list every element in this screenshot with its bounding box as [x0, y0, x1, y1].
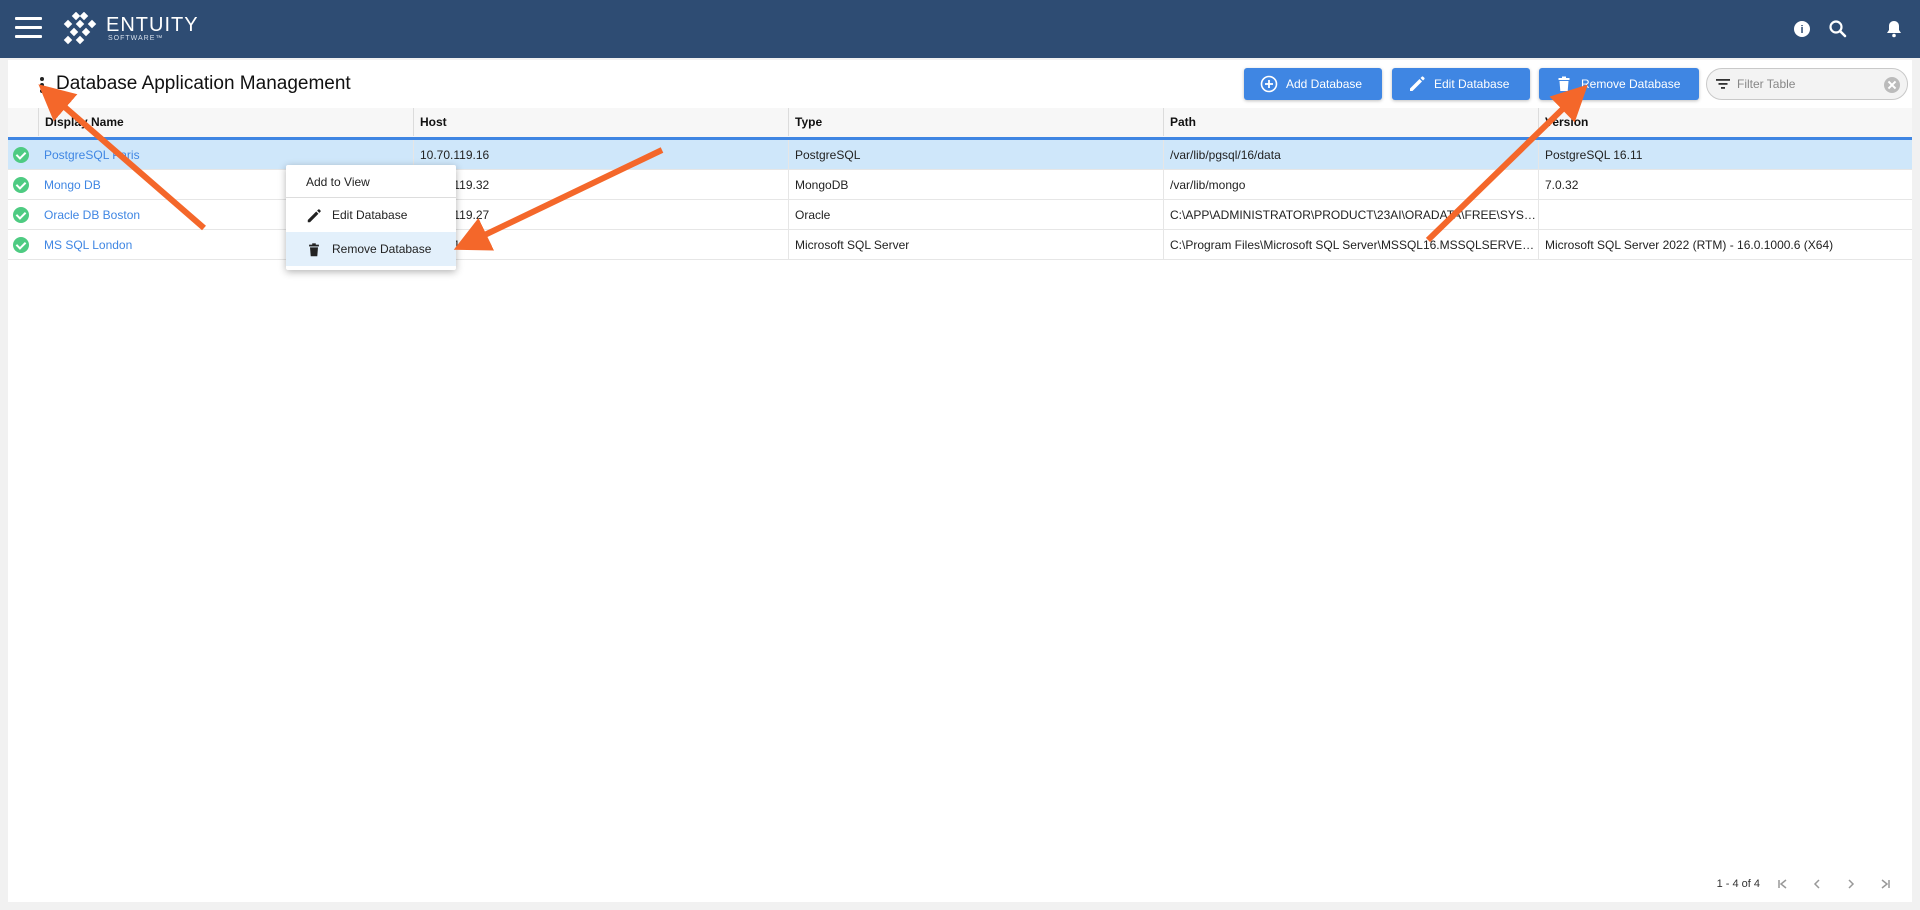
brand-name: ENTUITY [106, 14, 199, 36]
entuity-logo[interactable]: ENTUITY SOFTWARE™ [60, 11, 199, 47]
column-header-host[interactable]: Host [413, 108, 788, 136]
add-database-button[interactable]: Add Database [1244, 68, 1382, 100]
status-ok-icon [13, 207, 29, 223]
pagination: 1 - 4 of 4 [1717, 874, 1902, 894]
status-ok-icon [13, 147, 29, 163]
entuity-logo-mark-icon [63, 12, 97, 45]
context-menu-remove-database-label: Remove Database [332, 242, 432, 256]
filter-icon [1716, 79, 1730, 89]
context-menu-edit-database-label: Edit Database [332, 208, 408, 222]
path-cell: /var/lib/pgsql/16/data [1163, 140, 1538, 170]
context-menu-remove-database[interactable]: Remove Database [286, 232, 456, 266]
host-cell: 10.70.119.32 [413, 170, 788, 200]
trash-icon [309, 243, 319, 257]
add-circle-icon [1260, 75, 1278, 93]
notifications-bell-icon[interactable] [1882, 17, 1906, 41]
column-header-path[interactable]: Path [1163, 108, 1538, 136]
version-cell [1538, 200, 1912, 230]
trash-icon [1558, 76, 1570, 91]
filter-table-input[interactable] [1737, 77, 1877, 91]
column-header-type[interactable]: Type [788, 108, 1163, 136]
previous-page-icon[interactable] [1800, 874, 1834, 894]
status-ok-icon [13, 177, 29, 193]
hamburger-menu-icon[interactable] [15, 17, 42, 39]
first-page-icon[interactable] [1766, 874, 1800, 894]
version-cell: PostgreSQL 16.11 [1538, 140, 1912, 170]
path-cell: /var/lib/mongo [1163, 170, 1538, 200]
host-cell: 10.70.119.27 [413, 200, 788, 230]
type-cell: PostgreSQL [788, 140, 1163, 170]
type-cell: MongoDB [788, 170, 1163, 200]
pencil-icon [1410, 76, 1425, 91]
table-header: Display Name Host Type Path Version [8, 108, 1912, 140]
type-cell: Microsoft SQL Server [788, 230, 1163, 260]
host-cell: 10.70.119.16 [413, 140, 788, 170]
brand-subtitle: SOFTWARE™ [108, 35, 164, 42]
path-cell: C:\Program Files\Microsoft SQL Server\MS… [1163, 230, 1538, 260]
context-menu-add-to-view[interactable]: Add to View [286, 165, 456, 198]
next-page-icon[interactable] [1834, 874, 1868, 894]
last-page-icon[interactable] [1868, 874, 1902, 894]
help-icon[interactable]: i [1790, 17, 1814, 41]
remove-database-button[interactable]: Remove Database [1539, 68, 1699, 100]
filter-table-field[interactable] [1706, 68, 1908, 100]
add-database-label: Add Database [1286, 77, 1363, 91]
pencil-icon [307, 209, 321, 223]
context-menu-edit-database[interactable]: Edit Database [286, 198, 456, 232]
status-column-header [8, 108, 38, 136]
version-cell: 7.0.32 [1538, 170, 1912, 200]
path-cell: C:\APP\ADMINISTRATOR\PRODUCT\23AI\ORADAT… [1163, 200, 1538, 230]
remove-database-label: Remove Database [1581, 77, 1681, 91]
context-menu-add-to-view-label: Add to View [306, 175, 370, 189]
host-cell: 10.70.119.26 [413, 230, 788, 260]
column-header-display-name[interactable]: Display Name [38, 108, 413, 136]
page-title: Database Application Management [56, 73, 351, 94]
clear-filter-icon[interactable] [1884, 77, 1900, 93]
edit-database-button[interactable]: Edit Database [1392, 68, 1530, 100]
version-cell: Microsoft SQL Server 2022 (RTM) - 16.0.1… [1538, 230, 1912, 260]
type-cell: Oracle [788, 200, 1163, 230]
status-ok-icon [13, 237, 29, 253]
pagination-range: 1 - 4 of 4 [1716, 878, 1760, 890]
column-header-version[interactable]: Version [1538, 108, 1912, 136]
edit-database-label: Edit Database [1434, 77, 1510, 91]
svg-text:i: i [1800, 24, 1803, 36]
search-icon[interactable] [1826, 17, 1850, 41]
top-bar: ENTUITY SOFTWARE™ i [0, 0, 1920, 58]
row-context-menu: Add to View Edit Database Remove Databas… [286, 165, 456, 270]
more-options-icon[interactable] [32, 74, 52, 98]
